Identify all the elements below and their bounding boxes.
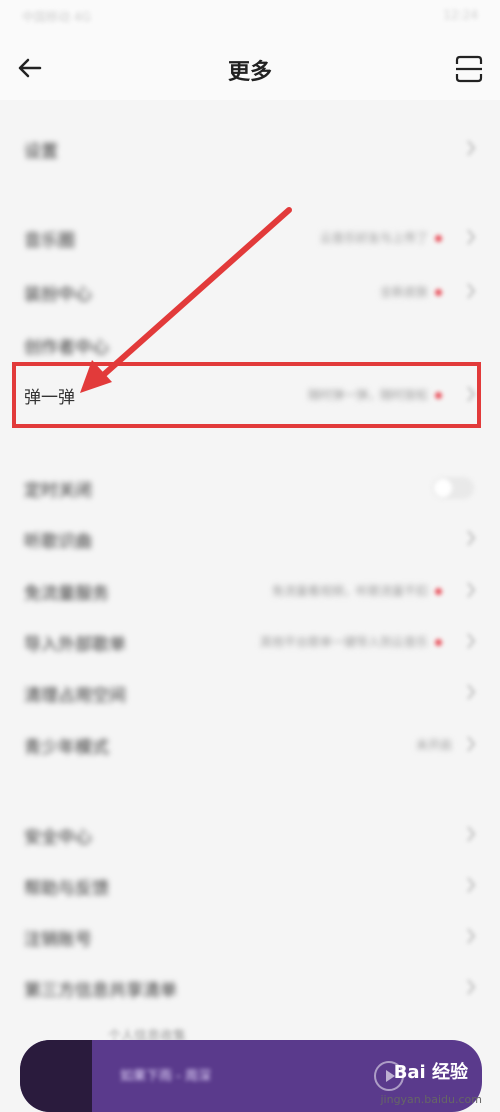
row-label: 第三方信息共享清单 <box>24 981 177 1001</box>
chevron-right-icon <box>467 140 476 156</box>
red-dot-badge <box>435 588 442 595</box>
chevron-right-icon <box>467 928 476 944</box>
track-title: 如果下雨 - 周深 <box>120 1069 211 1084</box>
row-security-center[interactable]: 安全中心 <box>0 810 500 860</box>
timer-toggle[interactable] <box>432 477 474 499</box>
row-label: 设置 <box>24 142 58 162</box>
red-dot-badge <box>435 639 442 646</box>
chevron-right-icon <box>467 736 476 752</box>
row-third-party-list[interactable]: 第三方信息共享清单 <box>0 963 500 1013</box>
scan-button[interactable] <box>454 54 484 84</box>
page-title: 更多 <box>227 60 272 85</box>
row-label: 创作者中心 <box>24 338 109 358</box>
highlight-box <box>12 362 481 428</box>
row-cancel-account[interactable]: 注销账号 <box>0 912 500 962</box>
chevron-right-icon <box>467 530 476 546</box>
row-label: 装扮中心 <box>24 285 92 305</box>
row-label: 帮助与反馈 <box>24 879 109 899</box>
row-clear-storage[interactable]: 清理占用空间 <box>0 668 500 718</box>
row-label: 定时关闭 <box>24 481 92 501</box>
row-value: 其他平台歌单一键导入到云音乐 <box>259 635 428 649</box>
row-music-circle[interactable]: 音乐圈 云音乐好友与上传了 <box>0 213 500 263</box>
chevron-right-icon <box>467 826 476 842</box>
chevron-right-icon <box>467 877 476 893</box>
chevron-right-icon <box>467 582 476 598</box>
row-teen-mode[interactable]: 青少年模式 未开启 <box>0 720 500 770</box>
row-label: 安全中心 <box>24 828 92 848</box>
row-import-playlist[interactable]: 导入外部歌单 其他平台歌单一键导入到云音乐 <box>0 617 500 667</box>
toggle-knob <box>434 479 452 497</box>
row-value: 未开启 <box>415 738 452 752</box>
baidu-watermark-logo: Bai 经验 <box>393 1062 468 1083</box>
row-help-feedback[interactable]: 帮助与反馈 <box>0 861 500 911</box>
row-dress-center[interactable]: 装扮中心 全新皮肤 <box>0 267 500 317</box>
album-cover[interactable] <box>20 1040 92 1112</box>
row-value: 全新皮肤 <box>379 285 428 299</box>
red-dot-badge <box>435 235 442 242</box>
chevron-right-icon <box>467 283 476 299</box>
row-song-recognition[interactable]: 听歌识曲 <box>0 514 500 564</box>
row-settings[interactable]: 设置 <box>0 124 500 174</box>
chevron-right-icon <box>467 684 476 700</box>
scan-icon <box>455 55 483 83</box>
carrier-text: 中国移动 4G <box>22 10 91 24</box>
time-text: 12:24 <box>443 8 478 22</box>
row-label: 注销账号 <box>24 930 92 950</box>
chevron-right-icon <box>467 229 476 245</box>
row-label: 音乐圈 <box>24 231 75 251</box>
row-value: 免流量看视频，听歌流量不扣 <box>271 584 428 598</box>
row-label: 清理占用空间 <box>24 686 126 706</box>
watermark-site: jingyan.baidu.com <box>380 1093 482 1106</box>
red-dot-badge <box>435 289 442 296</box>
row-free-data[interactable]: 免流量服务 免流量看视频，听歌流量不扣 <box>0 566 500 616</box>
row-label: 青少年模式 <box>24 738 109 758</box>
row-label: 听歌识曲 <box>24 532 92 552</box>
row-label: 导入外部歌单 <box>24 635 126 655</box>
chevron-right-icon <box>467 979 476 995</box>
row-label: 免流量服务 <box>24 584 109 604</box>
status-bar: 中国移动 4G 12:24 <box>0 0 500 36</box>
chevron-right-icon <box>467 633 476 649</box>
row-value: 云音乐好友与上传了 <box>319 231 428 245</box>
top-bar: 更多 <box>0 36 500 100</box>
row-timer-off[interactable]: 定时关闭 <box>0 463 500 513</box>
